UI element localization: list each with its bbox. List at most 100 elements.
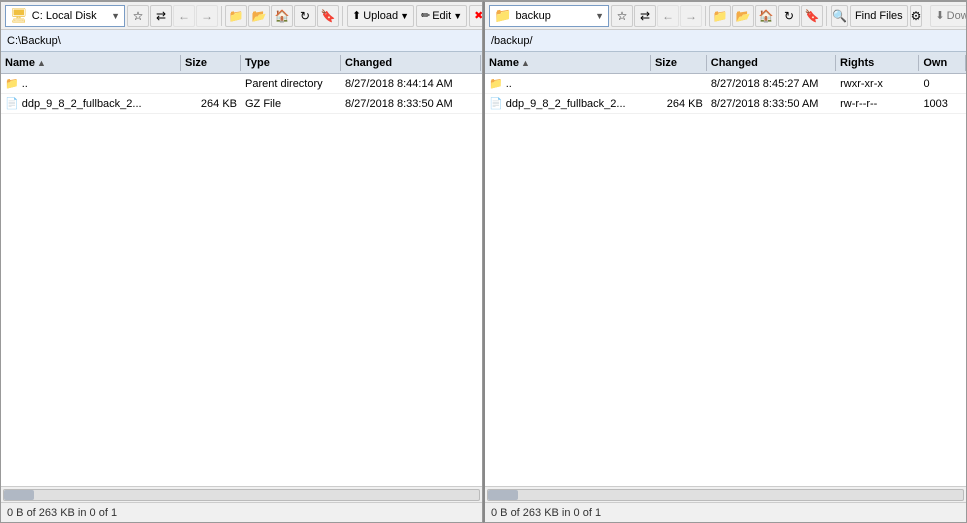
left-sync-btn[interactable]: ⇄ bbox=[150, 5, 172, 27]
left-edit-label: Edit bbox=[432, 10, 451, 22]
right-col-owner-header[interactable]: Own bbox=[919, 55, 966, 71]
right-fwd-btn[interactable]: → bbox=[680, 5, 702, 27]
left-row1-name: ddp_9_8_2_fullback_2... bbox=[22, 98, 142, 110]
right-up-btn[interactable]: 📂 bbox=[732, 5, 754, 27]
right-home-btn[interactable]: 🏠 bbox=[755, 5, 777, 27]
left-refresh-btn[interactable]: ↻ bbox=[294, 5, 316, 27]
right-file-list: 📁 .. 8/27/2018 8:45:27 AM rwxr-xr-x 0 📄 … bbox=[485, 74, 966, 486]
left-fwd-btn[interactable]: → bbox=[196, 5, 218, 27]
right-col-name-sort-icon: ▲ bbox=[521, 58, 530, 68]
left-toolbar-icons: ☆ ⇄ ← → 📁 📂 🏠 ↻ 🔖 bbox=[127, 5, 345, 27]
left-col-type-header[interactable]: Type bbox=[241, 55, 341, 71]
right-path-bar: /backup/ bbox=[485, 30, 966, 52]
right-extra-btn[interactable]: ⚙ bbox=[910, 5, 923, 27]
left-col-size-header[interactable]: Size bbox=[181, 55, 241, 71]
right-path-text: /backup/ bbox=[491, 35, 533, 47]
left-cell-type-1: GZ File bbox=[241, 97, 341, 111]
left-file-row-0[interactable]: 📁 .. Parent directory 8/27/2018 8:44:14 … bbox=[1, 74, 482, 94]
left-status-text: 0 B of 263 KB in 0 of 1 bbox=[7, 507, 117, 519]
right-scroll-thumb[interactable] bbox=[488, 490, 518, 500]
left-col-size-label: Size bbox=[185, 57, 207, 69]
left-newfolder-btn[interactable]: 📁 bbox=[225, 5, 247, 27]
right-col-name-header[interactable]: Name ▲ bbox=[485, 55, 651, 71]
left-cell-name-0: 📁 .. bbox=[1, 76, 181, 91]
left-location-label: C: Local Disk bbox=[32, 10, 107, 22]
right-download-label: Download bbox=[947, 10, 967, 22]
left-up-btn[interactable]: 📂 bbox=[248, 5, 270, 27]
left-upload-btn[interactable]: ⬆ Upload ▼ bbox=[347, 5, 414, 27]
right-file-row-1[interactable]: 📄 ddp_9_8_2_fullback_2... 264 KB 8/27/20… bbox=[485, 94, 966, 114]
right-cell-owner-1: 1003 bbox=[919, 97, 966, 111]
left-status-bar: 0 B of 263 KB in 0 of 1 bbox=[1, 502, 482, 522]
right-bookmark-btn[interactable]: ☆ bbox=[611, 5, 633, 27]
left-row0-name: .. bbox=[22, 78, 28, 90]
right-sync-btn[interactable]: ⇄ bbox=[634, 5, 656, 27]
right-find-files-btn[interactable]: Find Files bbox=[850, 5, 908, 27]
right-cell-size-0 bbox=[651, 83, 707, 85]
right-newfolder-btn[interactable]: 📁 bbox=[709, 5, 731, 27]
left-location-dropdown-icon: ▼ bbox=[111, 11, 120, 21]
right-download-btn[interactable]: ⬇ Download ▼ bbox=[930, 5, 967, 27]
right-cell-rights-1: rw-r--r-- bbox=[836, 97, 919, 111]
right-scrollbar-h[interactable] bbox=[485, 486, 966, 502]
right-cell-name-1: 📄 ddp_9_8_2_fullback_2... bbox=[485, 96, 651, 111]
right-location-box[interactable]: 📁 backup ▼ bbox=[489, 5, 609, 27]
left-col-changed-header[interactable]: Changed bbox=[341, 55, 481, 71]
right-find-files-label: Find Files bbox=[855, 10, 903, 22]
right-row1-file-icon: 📄 bbox=[489, 97, 503, 110]
left-edit-icon: ✏ bbox=[421, 9, 430, 22]
right-row0-folder-icon: 📁 bbox=[489, 77, 503, 90]
left-col-name-header[interactable]: Name ▲ bbox=[1, 55, 181, 71]
right-location-dropdown-icon: ▼ bbox=[595, 11, 604, 21]
right-col-changed-label: Changed bbox=[711, 57, 758, 69]
left-cell-changed-0: 8/27/2018 8:44:14 AM bbox=[341, 77, 481, 91]
right-col-size-header[interactable]: Size bbox=[651, 55, 707, 71]
left-edit-arrow-icon: ▼ bbox=[453, 11, 462, 21]
left-back-btn[interactable]: ← bbox=[173, 5, 195, 27]
left-row1-file-icon: 📄 bbox=[5, 97, 19, 110]
right-refresh-btn[interactable]: ↻ bbox=[778, 5, 800, 27]
left-edit-btn[interactable]: ✏ Edit ▼ bbox=[416, 5, 467, 27]
left-location-box[interactable]: 🖥 C: Local Disk ▼ bbox=[5, 5, 125, 27]
right-cell-size-1: 264 KB bbox=[651, 97, 707, 111]
app-window: 🖥 C: Local Disk ▼ ☆ ⇄ ← → 📁 📂 🏠 ↻ 🔖 bbox=[0, 0, 967, 523]
right-location-label: backup bbox=[515, 10, 591, 22]
right-bookmark2-btn[interactable]: 🔖 bbox=[801, 5, 823, 27]
right-status-bar: 0 B of 263 KB in 0 of 1 bbox=[485, 502, 966, 522]
right-toolbar: 📁 backup ▼ ☆ ⇄ ← → 📁 📂 🏠 ↻ 🔖 bbox=[485, 2, 966, 30]
left-drive-icon: 🖥 bbox=[10, 7, 28, 24]
right-toolbar-icons: ☆ ⇄ ← → 📁 📂 🏠 ↻ 🔖 bbox=[611, 5, 829, 27]
left-bookmark2-btn[interactable]: 🔖 bbox=[317, 5, 339, 27]
left-scrollbar-h[interactable] bbox=[1, 486, 482, 502]
left-path-text: C:\Backup\ bbox=[7, 35, 61, 47]
panels-row: 🖥 C: Local Disk ▼ ☆ ⇄ ← → 📁 📂 🏠 ↻ 🔖 bbox=[0, 0, 967, 523]
left-delete-btn[interactable]: ✖ bbox=[469, 5, 483, 27]
left-col-name-sort-icon: ▲ bbox=[37, 58, 46, 68]
left-col-type-label: Type bbox=[245, 57, 270, 69]
left-sep2 bbox=[342, 6, 343, 26]
left-bookmark-btn[interactable]: ☆ bbox=[127, 5, 149, 27]
left-file-row-1[interactable]: 📄 ddp_9_8_2_fullback_2... 264 KB GZ File… bbox=[1, 94, 482, 114]
right-file-row-0[interactable]: 📁 .. 8/27/2018 8:45:27 AM rwxr-xr-x 0 bbox=[485, 74, 966, 94]
right-cell-rights-0: rwxr-xr-x bbox=[836, 77, 919, 91]
left-cell-size-1: 264 KB bbox=[181, 97, 241, 111]
right-col-rights-header[interactable]: Rights bbox=[836, 55, 919, 71]
right-col-changed-header[interactable]: Changed bbox=[707, 55, 836, 71]
right-sep1 bbox=[705, 6, 706, 26]
right-panel: 📁 backup ▼ ☆ ⇄ ← → 📁 📂 🏠 ↻ 🔖 bbox=[483, 1, 967, 523]
right-cell-changed-1: 8/27/2018 8:33:50 AM bbox=[707, 97, 836, 111]
right-sep2 bbox=[826, 6, 827, 26]
left-delete-icon: ✖ bbox=[474, 9, 483, 22]
left-cell-size-0 bbox=[181, 83, 241, 85]
left-home-btn[interactable]: 🏠 bbox=[271, 5, 293, 27]
right-find-files-icon[interactable]: 🔍 bbox=[831, 5, 848, 27]
left-column-headers: Name ▲ Size Type Changed bbox=[1, 52, 482, 74]
left-toolbar: 🖥 C: Local Disk ▼ ☆ ⇄ ← → 📁 📂 🏠 ↻ 🔖 bbox=[1, 2, 482, 30]
left-scroll-thumb[interactable] bbox=[4, 490, 34, 500]
upload-arrow-icon: ▼ bbox=[400, 11, 409, 21]
left-cell-type-0: Parent directory bbox=[241, 77, 341, 91]
left-cell-changed-1: 8/27/2018 8:33:50 AM bbox=[341, 97, 481, 111]
right-row0-name: .. bbox=[506, 78, 512, 90]
left-row0-folder-icon: 📁 bbox=[5, 77, 19, 90]
right-back-btn[interactable]: ← bbox=[657, 5, 679, 27]
